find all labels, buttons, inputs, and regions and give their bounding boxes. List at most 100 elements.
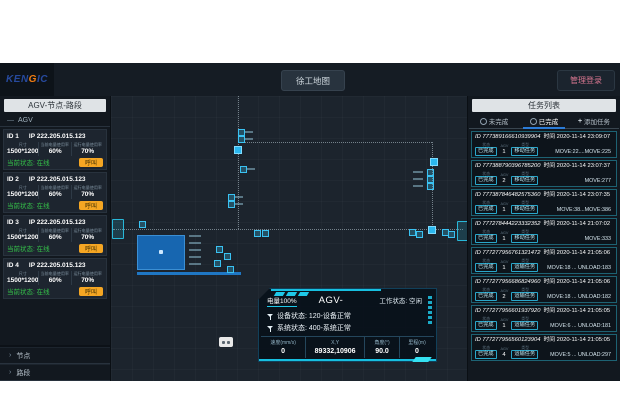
telemetry-value: 89332,10906 — [315, 347, 356, 356]
task-tab[interactable]: 已完成 — [519, 114, 569, 128]
task-type-badge: 移动任务 — [511, 147, 538, 156]
task-status-badge: 已完成 — [475, 292, 497, 301]
task-card[interactable]: ID 777277956761321472 时间 2020-11-14 21:0… — [471, 247, 617, 274]
task-card[interactable]: ID 777277956560123904 时间 2020-11-14 21:0… — [471, 334, 617, 361]
chevron-right-icon: › — [9, 352, 11, 359]
status-col-label: 状态 — [482, 345, 490, 350]
task-id: ID 777387846482575360 — [475, 192, 540, 199]
agv-name: AGV- — [319, 295, 344, 306]
tab-label: 未完成 — [489, 116, 509, 126]
task-card[interactable]: ID 777389166610939904 时间 2020-11-14 23:0… — [471, 131, 617, 158]
map-node[interactable] — [228, 194, 235, 201]
brand-logo: KENGIC — [6, 74, 48, 85]
map-node[interactable] — [448, 231, 455, 238]
telemetry-value: 0 — [415, 347, 419, 356]
map-node[interactable] — [427, 176, 434, 183]
task-panel-title: 任务列表 — [472, 99, 616, 112]
map-node[interactable] — [238, 136, 245, 143]
task-card[interactable]: ID 777388790396785200 时间 2020-11-14 23:0… — [471, 160, 617, 187]
task-id: ID 777277956601937920 — [475, 308, 540, 315]
task-card[interactable]: ID 777278444223332352 时间 2020-11-14 21:0… — [471, 218, 617, 245]
agv-group-toggle[interactable]: — AGV — [0, 114, 110, 127]
task-status-badge: 已完成 — [475, 176, 497, 185]
task-card[interactable]: ID 777277956601937920 时间 2020-11-14 21:0… — [471, 305, 617, 332]
size-label: 尺寸 — [9, 271, 37, 276]
map-node[interactable] — [427, 183, 434, 190]
sidebar-item-nodes[interactable]: › 节点 — [0, 347, 110, 364]
type-col-label: 类型 — [521, 229, 529, 234]
size-value: 1500*1200 — [7, 234, 38, 242]
agv-card[interactable]: ID 1 IP 222.205.015.123 尺寸1500*1200 当前电量… — [3, 129, 107, 170]
agv-card[interactable]: ID 4 IP 222.205.015.123 尺寸1500*1200 当前电量… — [3, 258, 107, 299]
map-node[interactable] — [227, 266, 234, 273]
map-node[interactable] — [262, 230, 269, 237]
call-button[interactable]: 呼叫 — [79, 287, 103, 296]
map-node[interactable] — [224, 253, 231, 260]
type-col-label: 类型 — [521, 345, 529, 350]
tab-label: 添加任务 — [584, 116, 610, 126]
task-tab[interactable]: 未完成 — [469, 114, 519, 128]
agv-card[interactable]: ID 2 IP 222.205.015.123 尺寸1500*1200 当前电量… — [3, 172, 107, 213]
task-type-badge: 移动任务 — [511, 176, 538, 185]
map-node[interactable] — [139, 221, 146, 228]
task-id: ID 777389166610939904 — [475, 134, 540, 141]
map-node[interactable] — [238, 129, 245, 136]
map-node[interactable] — [428, 226, 436, 234]
map-node[interactable] — [416, 231, 423, 238]
section-label: 路段 — [16, 368, 30, 378]
call-button[interactable]: 呼叫 — [79, 158, 103, 167]
map-node[interactable] — [228, 201, 235, 208]
map-control-button[interactable] — [219, 337, 233, 347]
task-agv: 2 — [500, 293, 507, 301]
map-node[interactable] — [430, 158, 438, 166]
task-time: 时间 2020-11-14 21:05:06 — [543, 250, 610, 257]
online-status: 当前状态: 在线 — [7, 243, 50, 253]
size-label: 尺寸 — [9, 228, 37, 233]
status-col-label: 状态 — [482, 229, 490, 234]
map-node[interactable] — [234, 146, 242, 154]
telemetry-value: 0 — [281, 347, 285, 356]
call-button[interactable]: 呼叫 — [79, 201, 103, 210]
admin-login-button[interactable]: 管理登录 — [557, 70, 615, 91]
agv-center-dot — [159, 250, 163, 254]
task-nodes: MOVE:18 ... UNLOAD:182 — [547, 293, 611, 301]
tab-icon — [480, 118, 487, 125]
node-label — [235, 203, 243, 205]
map-node[interactable] — [409, 229, 416, 236]
agv-col-label: AGV — [500, 230, 508, 235]
task-nodes: MOVE:333 — [585, 235, 611, 243]
agv-col-label: AGV — [500, 288, 508, 293]
task-card[interactable]: ID 777277956686824960 时间 2020-11-14 21:0… — [471, 276, 617, 303]
online-status: 当前状态: 在线 — [7, 200, 50, 210]
type-col-label: 类型 — [521, 258, 529, 263]
node-label — [245, 138, 253, 140]
node-label — [413, 178, 423, 180]
tab-icon — [578, 119, 582, 124]
map-node[interactable] — [214, 260, 221, 267]
call-button[interactable]: 呼叫 — [79, 244, 103, 253]
type-col-label: 类型 — [521, 200, 529, 205]
map-node[interactable] — [427, 169, 434, 176]
task-card[interactable]: ID 777387846482575360 时间 2020-11-14 23:0… — [471, 189, 617, 216]
agv-vehicle[interactable] — [137, 235, 185, 270]
map-title-button[interactable]: 徐工地图 — [281, 70, 345, 91]
agv-col-label: AGV — [500, 259, 508, 264]
task-status-badge: 已完成 — [475, 263, 497, 272]
task-nodes: MOVE:22....MOVE:225 — [555, 148, 611, 156]
telemetry-row: 速度(mm/s)0X,Y89332,10906角度(°)90.0里程(m)0 — [261, 336, 434, 358]
node-label — [413, 185, 423, 187]
node-label — [189, 235, 201, 237]
online-status: 当前状态: 在线 — [7, 286, 50, 296]
map-zone-tag — [112, 219, 124, 239]
task-id: ID 777277956560123904 — [475, 337, 540, 344]
map-node[interactable] — [254, 230, 261, 237]
dock-lane — [137, 272, 241, 275]
collapse-icon: — — [7, 117, 14, 124]
map-node[interactable] — [240, 166, 247, 173]
sidebar-item-paths[interactable]: › 路段 — [0, 364, 110, 381]
node-label — [245, 131, 253, 133]
task-tab[interactable]: 添加任务 — [569, 114, 619, 128]
task-id: ID 777388790396785200 — [475, 163, 540, 170]
map-node[interactable] — [216, 246, 223, 253]
agv-card[interactable]: ID 3 IP 222.205.015.123 尺寸1500*1200 当前电量… — [3, 215, 107, 256]
